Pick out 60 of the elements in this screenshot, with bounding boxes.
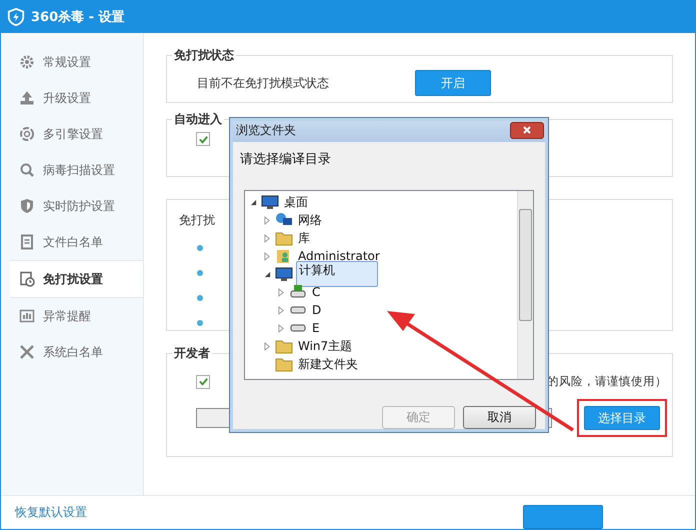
group-title: 免打扰状态 [173,47,235,64]
sidebar-item[interactable]: 多引擎设置 [1,116,143,152]
computer-icon [275,266,293,282]
tree-item[interactable]: 桌面 [282,194,310,210]
drive-icon [289,284,307,300]
tools-icon [19,344,35,360]
group-title: 免打扰 [179,213,215,227]
monitor-icon [261,194,279,210]
shield-icon [19,198,35,214]
checkbox[interactable] [196,374,210,388]
dialog-prompt: 请选择编译目录 [239,151,332,169]
sidebar-item[interactable]: 系统白名单 [1,334,143,370]
collapse-arrow-icon[interactable] [250,198,257,206]
group-title: 自动进入 [173,111,223,128]
scrollbar[interactable] [517,191,533,379]
close-button[interactable] [510,122,544,138]
sidebar-item[interactable]: 升级设置 [1,80,143,116]
status-text: 目前不在免打扰模式状态 [197,74,329,92]
bullet-dot-icon [197,294,203,300]
globe-monitor-icon [275,212,293,228]
folder-icon [275,230,293,246]
tree-item[interactable]: Win7主题 [296,338,354,354]
tree-item[interactable]: E [310,321,322,335]
window-title: 360杀毒 - 设置 [31,9,125,26]
drive-icon [289,305,307,315]
sidebar-item[interactable]: 病毒扫描设置 [1,152,143,188]
search-icon [19,162,35,178]
gear-icon [19,54,35,70]
bullet-dot-icon [197,320,203,326]
cancel-button[interactable]: 取消 [463,406,536,429]
restore-defaults-link[interactable]: 恢复默认设置 [15,504,87,521]
confirm-button[interactable] [523,504,603,528]
sidebar-item[interactable]: 免打扰设置 [10,260,143,298]
tree-item[interactable]: 库 [296,230,312,246]
close-icon [522,125,532,135]
tree-item[interactable]: 网络 [296,212,324,228]
tree-item[interactable]: 新建文件夹 [296,356,360,372]
bullet-dot-icon [197,244,203,250]
folder-icon [275,356,293,372]
sidebar-item[interactable]: 文件白名单 [1,224,143,260]
clock-icon [19,271,35,287]
document-icon [19,234,35,250]
tree-item[interactable]: Administrator [296,249,382,263]
ring-icon [19,126,35,142]
group-title: 开发者 [173,345,211,362]
dialog-title: 浏览文件夹 [236,122,296,138]
tree-item[interactable]: 计算机 [296,261,378,287]
sidebar-item[interactable]: 异常提醒 [1,298,143,334]
checkbox[interactable] [196,132,210,146]
drive-icon [289,323,307,333]
sidebar-item[interactable]: 实时防护设置 [1,188,143,224]
tree-item[interactable]: D [310,303,324,317]
folder-icon [275,338,293,354]
upload-icon [19,90,35,106]
shield-logo-icon [7,8,25,26]
bullet-dot-icon [197,270,203,276]
sidebar-item[interactable]: 常规设置 [1,44,143,80]
bar-chart-icon [19,308,35,324]
tree-item[interactable]: C [310,285,322,299]
collapse-arrow-icon[interactable] [264,270,271,278]
